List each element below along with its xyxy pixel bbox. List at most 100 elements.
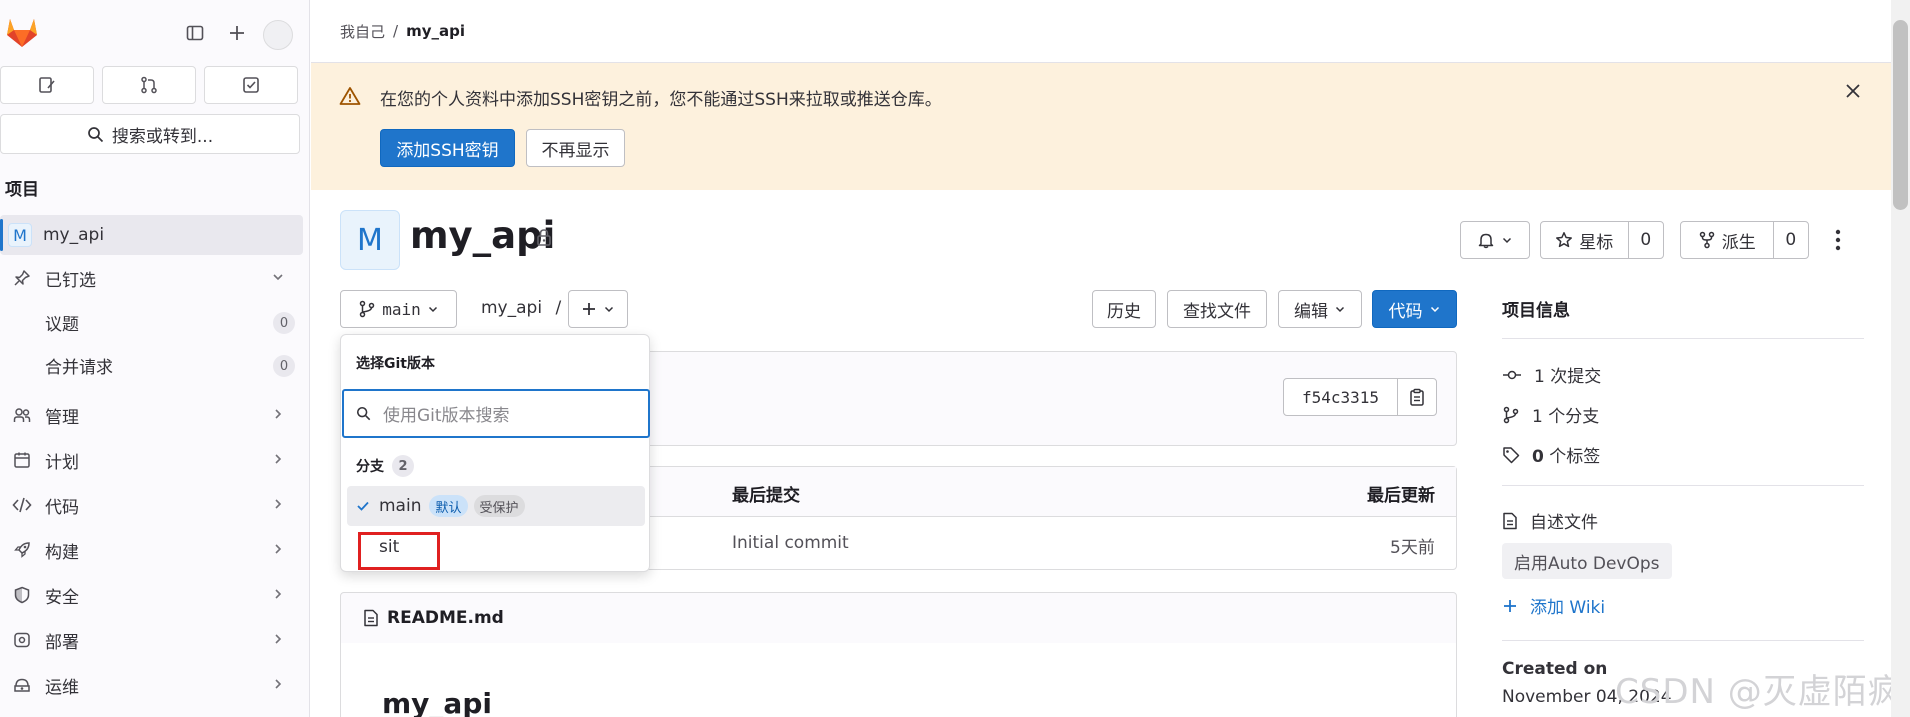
sidebar-item-security[interactable]: 安全 [0,575,303,615]
sidebar-item-label: 安全 [45,587,79,608]
more-actions-icon[interactable] [1832,228,1844,252]
fork-icon [1699,231,1715,249]
sidebar-item-plan[interactable]: 计划 [0,440,303,480]
file-icon [1503,512,1517,529]
tags-count: 0 [1532,447,1544,467]
fork-label: 派生 [1721,232,1756,253]
close-icon[interactable] [1845,83,1861,99]
edit-dropdown-button[interactable]: 编辑 [1278,290,1362,328]
sidebar-item-label: 议题 [45,314,79,335]
breadcrumb-parent-link[interactable]: 我自己 [340,21,385,42]
sidebar-item-build[interactable]: 构建 [0,530,303,570]
ssh-key-alert: 在您的个人资料中添加SSH密钥之前，您不能通过SSH来拉取或推送仓库。 [311,63,1891,190]
highlight-annotation-box [358,532,440,570]
chevron-right-icon [275,634,282,644]
star-label: 星标 [1579,232,1614,253]
sidebar-header [0,0,310,66]
merge-requests-shortcut-button[interactable] [102,66,196,104]
history-button[interactable]: 历史 [1092,290,1156,328]
sidebar-item-label: 合并请求 [45,357,113,378]
gitlab-logo-icon[interactable] [5,15,39,49]
fork-button-group: 派生 0 [1680,221,1809,259]
todo-shortcut-button[interactable] [204,66,298,104]
sidebar-item-code[interactable]: 代码 [0,485,303,525]
sidebar-item-deploy[interactable]: 部署 [0,620,303,660]
notification-dropdown-button[interactable] [1460,221,1530,259]
commit-icon [1503,370,1521,379]
sidebar-item-pinned[interactable]: 已钉选 [0,258,303,298]
monitor-icon [14,678,30,692]
add-ssh-key-button[interactable]: 添加SSH密钥 [380,129,515,167]
issues-shortcut-button[interactable] [0,66,94,104]
col-last-update: 最后更新 [1367,486,1435,506]
chevron-down-icon [273,274,283,281]
branch-selector-button[interactable]: main [340,290,457,328]
sidebar-item-merge-requests[interactable]: 合并请求 0 [45,345,295,385]
sidebar-item-label: 代码 [45,497,79,518]
star-button[interactable]: 星标 [1541,222,1628,258]
repo-path-separator: / [555,298,562,318]
search-icon [356,406,371,421]
tags-link[interactable]: 0 个标签 [1502,442,1600,467]
clipboard-icon [1410,388,1424,406]
dont-show-again-button[interactable]: 不再显示 [526,129,625,167]
code-dropdown-button[interactable]: 代码 [1372,290,1457,328]
search-button[interactable]: 搜索或转到... [0,114,300,154]
tag-icon [1503,446,1520,463]
row-commit-message-link[interactable]: Initial commit [732,533,849,553]
readme-filename-link[interactable]: README.md [387,608,504,628]
chevron-down-icon [604,306,614,313]
chevron-right-icon [275,454,282,464]
chevron-right-icon [275,499,282,509]
breadcrumb: 我自己 / my_api [311,0,1891,63]
chevron-down-icon [1430,306,1439,313]
enable-auto-devops-button[interactable]: 启用Auto DevOps [1502,543,1672,579]
readme-heading: my_api [382,687,492,717]
add-wiki-label: 添加 Wiki [1530,598,1606,618]
sidebar-item-label: 运维 [45,677,79,698]
calendar-icon [14,452,30,468]
divider [1502,485,1864,486]
branch-option-main[interactable]: main 默认 受保护 [347,486,645,526]
sidebar-item-operate[interactable]: 运维 [0,665,303,705]
branch-icon [359,300,375,318]
star-icon [1556,232,1573,248]
sidebar-item-project[interactable]: M my_api [0,215,303,255]
alert-message: 在您的个人资料中添加SSH密钥之前，您不能通过SSH来拉取或推送仓库。 [380,90,942,110]
watermark-text: CSDN @灭虚陌疯 [1615,672,1903,712]
revision-search-field[interactable]: 使用Git版本搜索 [342,389,650,438]
repo-path-root-link[interactable]: my_api [481,298,542,318]
commits-link[interactable]: 1 次提交 [1502,362,1601,387]
project-avatar: M [340,210,400,270]
branches-link[interactable]: 1 个分支 [1502,402,1599,427]
add-wiki-link[interactable]: 添加 Wiki [1502,593,1605,618]
chevron-down-icon [428,306,437,313]
branch-name: main [379,496,422,516]
chevron-down-icon [1502,237,1512,244]
created-on-label: Created on [1502,659,1608,679]
toggle-sidebar-icon[interactable] [180,18,210,48]
readme-link[interactable]: 自述文件 [1502,508,1598,533]
project-title: my_api [410,214,556,257]
readme-body [340,643,1457,717]
copy-sha-button[interactable] [1398,379,1436,415]
users-icon [13,408,31,422]
breadcrumb-current-link[interactable]: my_api [406,22,465,40]
commit-sha[interactable]: f54c3315 [1284,379,1398,415]
readme-header: README.md [340,592,1457,644]
chevron-down-icon [1335,306,1345,313]
create-new-icon[interactable] [222,18,252,48]
protected-badge: 受保护 [473,495,525,517]
search-icon [88,126,103,142]
sidebar-item-issues[interactable]: 议题 0 [45,302,295,342]
find-file-button[interactable]: 查找文件 [1167,290,1267,328]
fork-count[interactable]: 0 [1772,222,1808,258]
add-to-tree-button[interactable] [568,290,628,328]
warning-icon [339,87,361,105]
sidebar-item-manage[interactable]: 管理 [0,395,303,435]
star-count[interactable]: 0 [1627,222,1663,258]
scrollbar-thumb[interactable] [1893,20,1908,210]
fork-button[interactable]: 派生 [1681,222,1773,258]
revision-search-placeholder: 使用Git版本搜索 [383,406,510,426]
user-avatar[interactable] [263,20,293,50]
